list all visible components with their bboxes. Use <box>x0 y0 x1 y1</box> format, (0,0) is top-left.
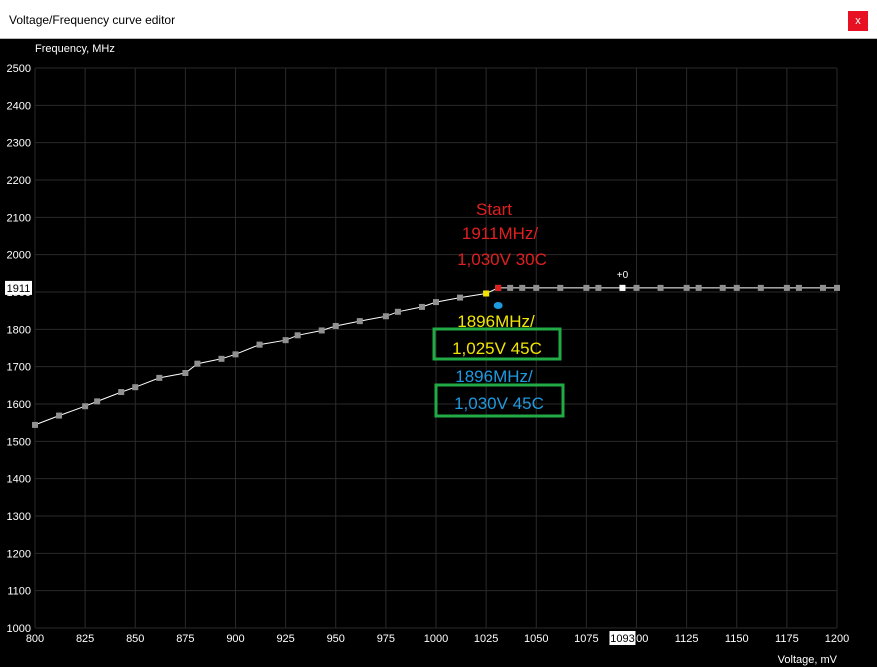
curve-point[interactable] <box>795 284 802 291</box>
curve-point[interactable] <box>557 284 564 291</box>
vf-curve-chart[interactable]: 1000110012001300140015001600170018001900… <box>0 39 877 667</box>
curve-point[interactable] <box>156 374 163 381</box>
curve-point[interactable] <box>783 284 790 291</box>
curve-point[interactable] <box>318 327 325 334</box>
x-tick-label: 1050 <box>524 633 548 645</box>
curve-point[interactable] <box>633 284 640 291</box>
y-tick-label: 2100 <box>7 212 31 224</box>
curve-point[interactable] <box>256 341 263 348</box>
x-tick-label: 1200 <box>825 633 849 645</box>
curve-point[interactable] <box>118 389 125 396</box>
y-tick-label: 1300 <box>7 511 31 523</box>
curve-point[interactable] <box>507 284 514 291</box>
curve-point[interactable] <box>232 351 239 358</box>
blue-annotation-freq: 1896MHz/ <box>455 367 533 386</box>
cursor-y-readout: 1911 <box>7 283 31 295</box>
start-annotation-line: Start <box>476 200 512 219</box>
close-button[interactable]: x <box>848 11 868 31</box>
chart-svg[interactable]: 1000110012001300140015001600170018001900… <box>0 39 877 667</box>
curve-point[interactable] <box>657 284 664 291</box>
y-tick-label: 2400 <box>7 100 31 112</box>
curve-point[interactable] <box>294 332 301 339</box>
start-annotation-line: 1,030V 30C <box>457 250 547 269</box>
y-tick-label: 2000 <box>7 250 31 262</box>
y-tick-label: 1600 <box>7 399 31 411</box>
curve-point[interactable] <box>394 308 401 315</box>
curve-point[interactable] <box>819 284 826 291</box>
y-tick-label: 2500 <box>7 63 31 75</box>
offset-point-marker[interactable] <box>619 284 626 291</box>
y-tick-label: 1500 <box>7 436 31 448</box>
curve-point[interactable] <box>382 313 389 320</box>
x-axis-title: Voltage, mV <box>778 654 838 666</box>
grid-lines <box>34 67 838 629</box>
x-tick-label: 975 <box>377 633 395 645</box>
curve-point[interactable] <box>418 303 425 310</box>
yellow-annotation-volt: 1,025V 45C <box>452 339 542 358</box>
window-title: Voltage/Frequency curve editor <box>9 13 176 27</box>
x-tick-label: 800 <box>26 633 44 645</box>
x-tick-label: 875 <box>176 633 194 645</box>
start-annotation-line: 1911MHz/ <box>462 224 538 243</box>
x-tick-label: 1150 <box>725 633 749 645</box>
curve-point[interactable] <box>719 284 726 291</box>
curve-point[interactable] <box>683 284 690 291</box>
blue-point-marker[interactable] <box>493 301 503 309</box>
y-tick-label: 1400 <box>7 474 31 486</box>
x-tick-label: 850 <box>126 633 144 645</box>
curve-point[interactable] <box>595 284 602 291</box>
curve-point[interactable] <box>733 284 740 291</box>
curve-point[interactable] <box>356 318 363 325</box>
blue-annotation-volt: 1,030V 45C <box>454 394 544 413</box>
x-tick-label: 950 <box>327 633 345 645</box>
curve-point[interactable] <box>519 284 526 291</box>
x-tick-label: 1000 <box>424 633 448 645</box>
y-axis-title: Frequency, MHz <box>35 43 115 55</box>
y-tick-label: 2300 <box>7 138 31 150</box>
curve-point[interactable] <box>332 322 339 329</box>
x-tick-label: 825 <box>76 633 94 645</box>
curve-point[interactable] <box>282 337 289 344</box>
yellow-point-marker[interactable] <box>483 290 490 297</box>
curve-point[interactable] <box>433 299 439 306</box>
y-tick-label: 2200 <box>7 175 31 187</box>
curve-point[interactable] <box>218 355 225 362</box>
curve-point[interactable] <box>757 284 764 291</box>
highlight-markers[interactable]: +0 <box>483 270 629 309</box>
x-tick-label: 1125 <box>675 633 699 645</box>
offset-label: +0 <box>617 270 629 281</box>
curve-point[interactable] <box>132 384 139 391</box>
curve-point[interactable] <box>32 421 38 428</box>
x-tick-label: 1025 <box>474 633 498 645</box>
curve-point[interactable] <box>56 412 63 419</box>
y-tick-label: 1100 <box>7 586 31 598</box>
curve-point[interactable] <box>583 284 590 291</box>
cursor-x-readout: 1093 <box>610 633 634 645</box>
y-tick-label: 1800 <box>7 324 31 336</box>
x-tick-label: 1175 <box>775 633 799 645</box>
curve-point[interactable] <box>457 294 464 301</box>
x-tick-label: 900 <box>226 633 244 645</box>
curve-point[interactable] <box>834 284 840 291</box>
x-tick-label: 925 <box>276 633 294 645</box>
curve-point[interactable] <box>82 403 89 410</box>
y-tick-label: 1700 <box>7 362 31 374</box>
y-tick-label: 1200 <box>7 548 31 560</box>
start-point-marker[interactable] <box>495 284 502 291</box>
x-tick-label: 1075 <box>574 633 598 645</box>
curve-point[interactable] <box>695 284 702 291</box>
curve-point[interactable] <box>182 370 189 377</box>
window-titlebar: Voltage/Frequency curve editor x <box>0 0 877 39</box>
curve-point[interactable] <box>94 398 101 405</box>
curve-point[interactable] <box>533 284 540 291</box>
curve-point[interactable] <box>194 360 201 367</box>
tick-labels: 1000110012001300140015001600170018001900… <box>7 63 850 645</box>
